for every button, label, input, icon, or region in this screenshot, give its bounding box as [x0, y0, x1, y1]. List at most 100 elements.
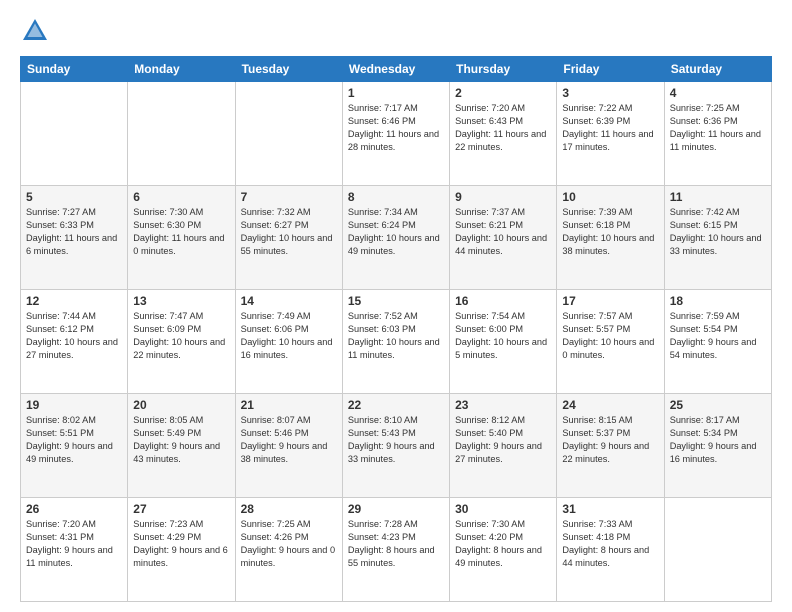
day-number: 31: [562, 502, 658, 516]
day-number: 23: [455, 398, 551, 412]
day-number: 27: [133, 502, 229, 516]
day-cell: [21, 82, 128, 186]
day-cell: 1 Sunrise: 7:17 AM Sunset: 6:46 PM Dayli…: [342, 82, 449, 186]
weekday-thursday: Thursday: [450, 57, 557, 82]
week-row-5: 26 Sunrise: 7:20 AM Sunset: 4:31 PM Dayl…: [21, 498, 772, 602]
day-info: Sunrise: 7:44 AM Sunset: 6:12 PM Dayligh…: [26, 310, 122, 362]
week-row-4: 19 Sunrise: 8:02 AM Sunset: 5:51 PM Dayl…: [21, 394, 772, 498]
day-info: Sunrise: 7:39 AM Sunset: 6:18 PM Dayligh…: [562, 206, 658, 258]
weekday-sunday: Sunday: [21, 57, 128, 82]
day-number: 21: [241, 398, 337, 412]
day-info: Sunrise: 7:52 AM Sunset: 6:03 PM Dayligh…: [348, 310, 444, 362]
day-cell: 7 Sunrise: 7:32 AM Sunset: 6:27 PM Dayli…: [235, 186, 342, 290]
day-cell: 8 Sunrise: 7:34 AM Sunset: 6:24 PM Dayli…: [342, 186, 449, 290]
day-info: Sunrise: 8:07 AM Sunset: 5:46 PM Dayligh…: [241, 414, 337, 466]
day-cell: 9 Sunrise: 7:37 AM Sunset: 6:21 PM Dayli…: [450, 186, 557, 290]
day-number: 30: [455, 502, 551, 516]
day-cell: 11 Sunrise: 7:42 AM Sunset: 6:15 PM Dayl…: [664, 186, 771, 290]
day-info: Sunrise: 7:33 AM Sunset: 4:18 PM Dayligh…: [562, 518, 658, 570]
day-info: Sunrise: 8:02 AM Sunset: 5:51 PM Dayligh…: [26, 414, 122, 466]
day-number: 8: [348, 190, 444, 204]
weekday-tuesday: Tuesday: [235, 57, 342, 82]
day-cell: 23 Sunrise: 8:12 AM Sunset: 5:40 PM Dayl…: [450, 394, 557, 498]
day-number: 22: [348, 398, 444, 412]
day-info: Sunrise: 7:42 AM Sunset: 6:15 PM Dayligh…: [670, 206, 766, 258]
day-cell: 10 Sunrise: 7:39 AM Sunset: 6:18 PM Dayl…: [557, 186, 664, 290]
day-number: 1: [348, 86, 444, 100]
day-cell: 16 Sunrise: 7:54 AM Sunset: 6:00 PM Dayl…: [450, 290, 557, 394]
day-cell: 20 Sunrise: 8:05 AM Sunset: 5:49 PM Dayl…: [128, 394, 235, 498]
day-info: Sunrise: 7:30 AM Sunset: 6:30 PM Dayligh…: [133, 206, 229, 258]
page: SundayMondayTuesdayWednesdayThursdayFrid…: [0, 0, 792, 612]
day-cell: 26 Sunrise: 7:20 AM Sunset: 4:31 PM Dayl…: [21, 498, 128, 602]
day-cell: 12 Sunrise: 7:44 AM Sunset: 6:12 PM Dayl…: [21, 290, 128, 394]
day-info: Sunrise: 8:10 AM Sunset: 5:43 PM Dayligh…: [348, 414, 444, 466]
day-info: Sunrise: 7:57 AM Sunset: 5:57 PM Dayligh…: [562, 310, 658, 362]
day-info: Sunrise: 7:32 AM Sunset: 6:27 PM Dayligh…: [241, 206, 337, 258]
day-number: 15: [348, 294, 444, 308]
header: [20, 16, 772, 46]
day-cell: 30 Sunrise: 7:30 AM Sunset: 4:20 PM Dayl…: [450, 498, 557, 602]
day-number: 16: [455, 294, 551, 308]
day-number: 11: [670, 190, 766, 204]
day-info: Sunrise: 7:54 AM Sunset: 6:00 PM Dayligh…: [455, 310, 551, 362]
day-number: 4: [670, 86, 766, 100]
day-cell: 2 Sunrise: 7:20 AM Sunset: 6:43 PM Dayli…: [450, 82, 557, 186]
day-info: Sunrise: 8:05 AM Sunset: 5:49 PM Dayligh…: [133, 414, 229, 466]
day-number: 18: [670, 294, 766, 308]
day-info: Sunrise: 7:20 AM Sunset: 4:31 PM Dayligh…: [26, 518, 122, 570]
day-number: 29: [348, 502, 444, 516]
day-number: 20: [133, 398, 229, 412]
day-info: Sunrise: 7:59 AM Sunset: 5:54 PM Dayligh…: [670, 310, 766, 362]
day-cell: [664, 498, 771, 602]
day-cell: 21 Sunrise: 8:07 AM Sunset: 5:46 PM Dayl…: [235, 394, 342, 498]
day-cell: 19 Sunrise: 8:02 AM Sunset: 5:51 PM Dayl…: [21, 394, 128, 498]
day-number: 12: [26, 294, 122, 308]
day-cell: 18 Sunrise: 7:59 AM Sunset: 5:54 PM Dayl…: [664, 290, 771, 394]
calendar-table: SundayMondayTuesdayWednesdayThursdayFrid…: [20, 56, 772, 602]
day-cell: 29 Sunrise: 7:28 AM Sunset: 4:23 PM Dayl…: [342, 498, 449, 602]
day-number: 26: [26, 502, 122, 516]
week-row-2: 5 Sunrise: 7:27 AM Sunset: 6:33 PM Dayli…: [21, 186, 772, 290]
day-info: Sunrise: 7:25 AM Sunset: 6:36 PM Dayligh…: [670, 102, 766, 154]
day-cell: 15 Sunrise: 7:52 AM Sunset: 6:03 PM Dayl…: [342, 290, 449, 394]
day-info: Sunrise: 7:27 AM Sunset: 6:33 PM Dayligh…: [26, 206, 122, 258]
day-cell: 3 Sunrise: 7:22 AM Sunset: 6:39 PM Dayli…: [557, 82, 664, 186]
day-cell: 14 Sunrise: 7:49 AM Sunset: 6:06 PM Dayl…: [235, 290, 342, 394]
day-info: Sunrise: 7:20 AM Sunset: 6:43 PM Dayligh…: [455, 102, 551, 154]
day-number: 6: [133, 190, 229, 204]
day-cell: 25 Sunrise: 8:17 AM Sunset: 5:34 PM Dayl…: [664, 394, 771, 498]
day-info: Sunrise: 7:28 AM Sunset: 4:23 PM Dayligh…: [348, 518, 444, 570]
day-number: 7: [241, 190, 337, 204]
day-cell: 27 Sunrise: 7:23 AM Sunset: 4:29 PM Dayl…: [128, 498, 235, 602]
day-info: Sunrise: 8:12 AM Sunset: 5:40 PM Dayligh…: [455, 414, 551, 466]
day-number: 13: [133, 294, 229, 308]
day-number: 25: [670, 398, 766, 412]
day-number: 10: [562, 190, 658, 204]
day-info: Sunrise: 7:17 AM Sunset: 6:46 PM Dayligh…: [348, 102, 444, 154]
day-info: Sunrise: 8:17 AM Sunset: 5:34 PM Dayligh…: [670, 414, 766, 466]
day-number: 9: [455, 190, 551, 204]
day-info: Sunrise: 7:47 AM Sunset: 6:09 PM Dayligh…: [133, 310, 229, 362]
week-row-1: 1 Sunrise: 7:17 AM Sunset: 6:46 PM Dayli…: [21, 82, 772, 186]
day-number: 2: [455, 86, 551, 100]
day-info: Sunrise: 7:22 AM Sunset: 6:39 PM Dayligh…: [562, 102, 658, 154]
weekday-friday: Friday: [557, 57, 664, 82]
weekday-wednesday: Wednesday: [342, 57, 449, 82]
day-cell: 28 Sunrise: 7:25 AM Sunset: 4:26 PM Dayl…: [235, 498, 342, 602]
day-cell: 5 Sunrise: 7:27 AM Sunset: 6:33 PM Dayli…: [21, 186, 128, 290]
day-cell: 31 Sunrise: 7:33 AM Sunset: 4:18 PM Dayl…: [557, 498, 664, 602]
weekday-monday: Monday: [128, 57, 235, 82]
day-info: Sunrise: 7:49 AM Sunset: 6:06 PM Dayligh…: [241, 310, 337, 362]
day-number: 19: [26, 398, 122, 412]
day-cell: 17 Sunrise: 7:57 AM Sunset: 5:57 PM Dayl…: [557, 290, 664, 394]
day-cell: 6 Sunrise: 7:30 AM Sunset: 6:30 PM Dayli…: [128, 186, 235, 290]
day-number: 3: [562, 86, 658, 100]
day-info: Sunrise: 7:30 AM Sunset: 4:20 PM Dayligh…: [455, 518, 551, 570]
day-number: 28: [241, 502, 337, 516]
week-row-3: 12 Sunrise: 7:44 AM Sunset: 6:12 PM Dayl…: [21, 290, 772, 394]
day-cell: [128, 82, 235, 186]
day-info: Sunrise: 8:15 AM Sunset: 5:37 PM Dayligh…: [562, 414, 658, 466]
day-cell: [235, 82, 342, 186]
day-cell: 4 Sunrise: 7:25 AM Sunset: 6:36 PM Dayli…: [664, 82, 771, 186]
